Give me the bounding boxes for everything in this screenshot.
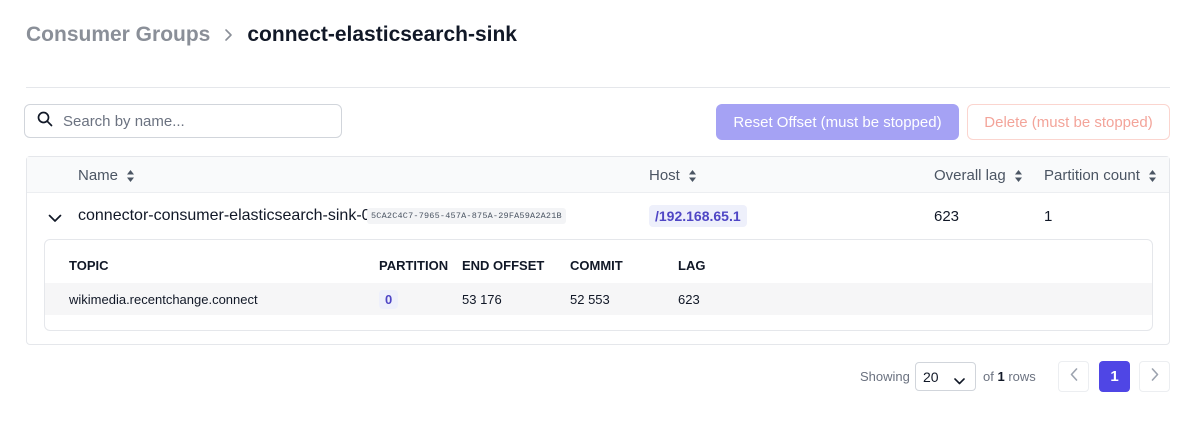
column-header-label: Overall lag <box>934 167 1006 184</box>
search-icon <box>37 111 53 132</box>
subtable-header-topic: TOPIC <box>69 258 109 273</box>
table-header: Name Host Overall lag Partition count <box>27 157 1169 193</box>
rows-label: rows <box>1008 369 1036 384</box>
previous-page-button[interactable] <box>1058 361 1089 392</box>
subtable-header-lag: LAG <box>678 258 706 273</box>
subtable-header-commit: COMMIT <box>570 258 623 273</box>
partition-count-value: 1 <box>1044 208 1053 225</box>
table-row[interactable]: connector-consumer-elasticsearch-sink-0 … <box>27 193 1169 239</box>
column-header-label: Partition count <box>1044 167 1140 184</box>
page-title: connect-elasticsearch-sink <box>247 23 517 46</box>
total-rows: 1 <box>997 369 1005 384</box>
partition-badge: 0 <box>379 290 399 309</box>
chevron-right-icon <box>1151 367 1159 386</box>
sort-icon <box>1014 169 1023 183</box>
column-header-name[interactable]: Name <box>78 167 135 184</box>
page-button-current[interactable]: 1 <box>1099 361 1130 392</box>
host-badge: /192.168.65.1 <box>649 205 747 227</box>
column-header-overall-lag[interactable]: Overall lag <box>934 167 1023 184</box>
reset-offset-button[interactable]: Reset Offset (must be stopped) <box>716 104 959 140</box>
subtable-header-partition: PARTITION <box>379 258 449 273</box>
column-header-label: Host <box>649 167 680 184</box>
member-id-badge: 5CA2C4C7-7965-457A-875A-29FA59A2A21B <box>367 208 566 224</box>
delete-button[interactable]: Delete (must be stopped) <box>967 104 1170 140</box>
of-label: of <box>983 369 994 384</box>
sort-icon <box>688 169 697 183</box>
overall-lag-value: 623 <box>934 208 960 225</box>
search-input[interactable] <box>61 111 325 131</box>
member-name: connector-consumer-elasticsearch-sink-0 <box>78 207 371 224</box>
next-page-button[interactable] <box>1139 361 1170 392</box>
sort-icon <box>1148 169 1157 183</box>
header-divider <box>26 87 1170 88</box>
search-box[interactable] <box>24 104 342 138</box>
table-row: wikimedia.recentchange.connect 0 53 176 … <box>45 283 1152 315</box>
assignments-table: TOPIC PARTITION END OFFSET COMMIT LAG wi… <box>44 239 1153 331</box>
subtable-header-end-offset: END OFFSET <box>462 258 545 273</box>
showing-label: Showing <box>860 369 910 384</box>
breadcrumb: Consumer Groups connect-elasticsearch-si… <box>26 20 517 50</box>
end-offset-cell: 53 176 <box>462 292 502 307</box>
commit-cell: 52 553 <box>570 292 610 307</box>
chevron-down-icon <box>954 372 965 388</box>
column-header-label: Name <box>78 167 119 184</box>
breadcrumb-consumer-groups-link[interactable]: Consumer Groups <box>26 23 210 47</box>
chevron-left-icon <box>1070 367 1078 386</box>
chevron-right-icon <box>224 28 233 42</box>
topic-cell: wikimedia.recentchange.connect <box>69 292 258 307</box>
column-header-partition-count[interactable]: Partition count <box>1044 167 1157 184</box>
page-size-select[interactable]: 20 <box>915 362 976 391</box>
chevron-down-icon[interactable] <box>48 210 62 228</box>
members-table: Name Host Overall lag Partition count co… <box>26 156 1170 345</box>
rows-summary: of 1 rows <box>983 369 1036 384</box>
page-size-value: 20 <box>923 368 939 385</box>
sort-icon <box>126 169 135 183</box>
lag-cell: 623 <box>678 292 700 307</box>
column-header-host[interactable]: Host <box>649 167 697 184</box>
